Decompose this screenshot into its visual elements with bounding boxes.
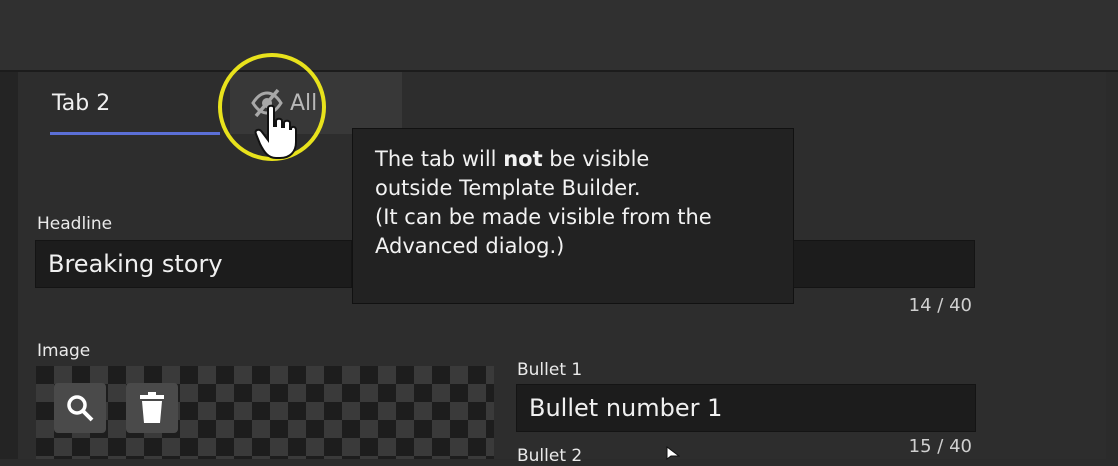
- headline-field-right[interactable]: [793, 240, 975, 288]
- tooltip-line-1: The tab will not be visible: [375, 147, 650, 171]
- bullet-2-label: Bullet 2: [517, 446, 583, 466]
- bullet-1-label: Bullet 1: [517, 360, 583, 380]
- tab-2[interactable]: Tab 2: [52, 72, 232, 134]
- hand-pointer-icon: [254, 104, 297, 159]
- image-drop-area[interactable]: [36, 366, 494, 459]
- headline-field[interactable]: Breaking story: [35, 240, 352, 288]
- visibility-tooltip: The tab will not be visible outside Temp…: [352, 128, 794, 304]
- tooltip-line-4: Advanced dialog.): [375, 234, 565, 258]
- tooltip-line-3: (It can be made visible from the: [375, 205, 712, 229]
- tab-2-label: Tab 2: [52, 90, 111, 116]
- arrow-cursor-icon: [666, 446, 680, 460]
- bullet-1-counter: 15 / 40: [908, 436, 972, 457]
- tooltip-line-2: outside Template Builder.: [375, 176, 641, 200]
- top-toolbar: [0, 0, 1118, 72]
- search-image-button[interactable]: [54, 383, 106, 433]
- image-label: Image: [37, 341, 91, 361]
- bullet-1-value: Bullet number 1: [529, 394, 723, 422]
- headline-value: Breaking story: [48, 250, 223, 278]
- search-icon: [67, 395, 94, 422]
- bullet-1-field[interactable]: Bullet number 1: [516, 384, 976, 432]
- left-edge: [0, 72, 18, 459]
- trash-icon: [140, 392, 164, 423]
- headline-counter: 14 / 40: [908, 295, 972, 316]
- active-tab-indicator: [50, 132, 220, 135]
- headline-label: Headline: [37, 214, 113, 234]
- delete-image-button[interactable]: [126, 383, 178, 433]
